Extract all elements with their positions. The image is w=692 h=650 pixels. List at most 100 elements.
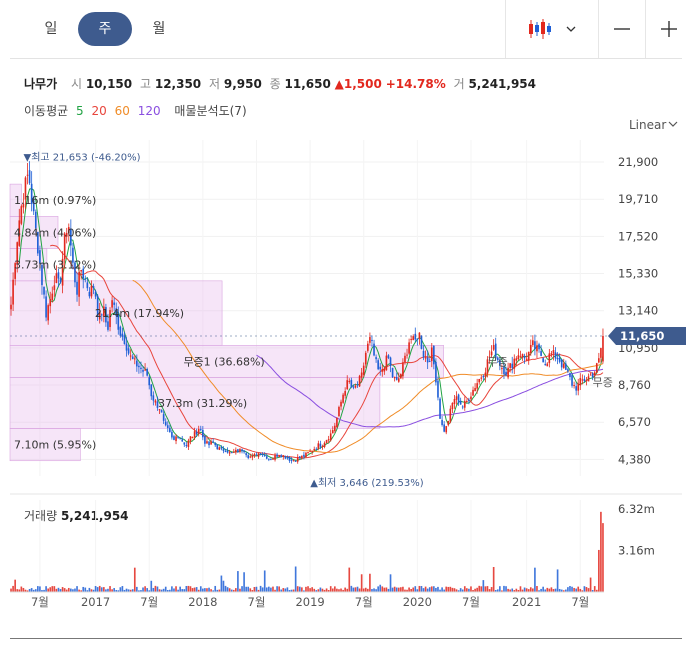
volume-bar [505,586,507,592]
candle-body [457,394,460,403]
candle-body [162,414,165,421]
candle-body [129,355,132,357]
volume-bar [546,587,549,592]
candle-body [439,398,441,419]
candle-body [51,293,54,301]
candle-body [480,377,483,379]
candle-body [470,396,472,400]
candle-body [268,458,270,460]
current-price-label: 11,650 [620,329,664,343]
volume-bar [100,587,103,592]
candle-body [583,378,586,382]
volume-bar [573,587,575,592]
candle-body [20,206,23,224]
volume-profile-label: 7.10m (5.95%) [14,439,96,452]
volume-bar [298,586,301,592]
volume-bar [484,586,487,592]
volume-bar [575,588,577,592]
candle-body [123,335,126,345]
volume-bar [173,588,175,592]
candle-body [476,383,478,389]
candle-body [490,351,493,356]
volume-bar [144,586,146,592]
stock-chart[interactable]: 21,90019,71017,52015,33013,14010,9508,76… [0,0,692,650]
candle-body [59,278,62,283]
volume-bar [57,587,60,592]
volume-bar [305,586,307,592]
candle-body [340,401,342,407]
volume-bar [47,588,49,592]
candle-body [426,357,429,363]
candle-body [255,454,258,456]
volume-bar [476,587,478,592]
volume-bar [426,588,429,592]
volume-bar [451,587,454,592]
volume-bar [282,588,285,592]
candle-body [544,364,547,366]
volume-bar [424,586,427,592]
candle-body [509,363,511,368]
volume-bar [352,587,355,592]
volume-bar [214,585,217,592]
candle-body [164,421,167,426]
volume-bar [393,586,396,592]
volume-bar [278,586,280,592]
candle-body [367,343,369,351]
candle-body [515,358,518,361]
candle-body [142,369,144,372]
candle-body [92,286,95,289]
volume-bar [360,574,363,592]
candle-body [26,174,29,176]
x-tick-label: 7월 [571,595,589,609]
candle-body [270,459,272,461]
volume-bar [600,511,602,592]
volume-bar [585,587,588,592]
volume-bar [428,587,431,592]
volume-bar [470,586,472,592]
volume-bar [76,586,78,592]
volume-bar [325,588,328,592]
candle-body [507,367,509,378]
candle-body [131,356,134,360]
candle-body [375,357,377,360]
volume-bar [82,586,85,592]
volume-bar [569,586,571,592]
volume-bar [191,588,194,592]
candle-body [177,436,179,438]
volume-bar [532,588,534,592]
scale-mode-chevron-icon[interactable] [668,121,678,127]
scale-mode-selector[interactable]: Linear [629,118,666,132]
volume-bar [189,586,192,592]
x-tick-label: 2018 [188,595,217,609]
candle-body [404,355,406,362]
candle-body [445,426,448,433]
volume-bar [259,585,262,592]
candle-body [232,451,235,453]
volume-bar [109,586,111,592]
price-tick-label: 4,380 [618,452,651,466]
volume-bar [150,580,153,592]
volume-profile-label: 21.4m (17.94%) [95,307,184,320]
candle-body [379,366,382,370]
candle-body [362,365,365,375]
candle-body [292,460,295,462]
volume-bar [154,585,157,592]
volume-bar [445,586,448,592]
candle-body [303,454,305,457]
volume-bar [334,586,336,592]
candle-body [342,394,344,403]
candle-body [296,457,299,462]
volume-bar [418,585,421,592]
volume-bar [389,574,392,592]
candle-body [581,379,584,381]
candle-body [595,363,598,374]
candle-body [529,344,532,354]
volume-bar [529,587,532,592]
candle-body [433,345,435,365]
candle-body [348,380,351,382]
candle-body [298,456,301,458]
high-marker: ▼최고 21,653 (-46.20%) [24,151,141,163]
candle-body [175,436,177,442]
candle-body [441,419,443,426]
volume-bar [329,586,332,592]
